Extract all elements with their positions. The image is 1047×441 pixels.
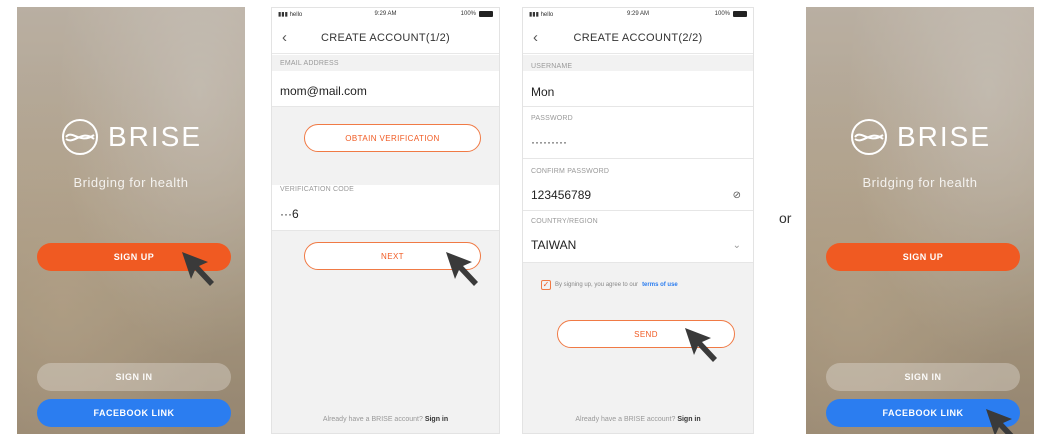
footer-text: Already have a BRISE account? (575, 416, 676, 423)
page-title: CREATE ACCOUNT(2/2) (573, 32, 703, 44)
password-label: PASSWORD (531, 115, 573, 122)
checkbox-icon[interactable]: ✓ (541, 280, 551, 290)
battery-indicator: 100% (715, 11, 747, 17)
verification-code-field[interactable]: ···6 (280, 207, 491, 221)
mouse-cursor-icon (182, 252, 214, 286)
eye-slash-icon[interactable]: ⊘ (733, 190, 741, 201)
confirm-password-field[interactable]: 123456789 (531, 188, 745, 202)
brise-logo-icon (61, 119, 98, 155)
splash-screen-2: BRISE Bridging for health SIGN UP SIGN I… (806, 7, 1034, 434)
mouse-cursor-icon (685, 328, 717, 362)
obtain-verification-button[interactable]: OBTAIN VERIFICATION (304, 124, 481, 152)
tagline: Bridging for health (73, 175, 189, 190)
divider (523, 106, 753, 107)
agree-text: By signing up, you agree to our (555, 282, 639, 288)
country-region-select[interactable]: TAIWAN (531, 238, 745, 252)
nav-bar: ‹ CREATE ACCOUNT(2/2) (523, 24, 753, 54)
divider (523, 210, 753, 211)
page-title: CREATE ACCOUNT(1/2) (321, 32, 450, 44)
mouse-cursor-icon (986, 409, 1014, 434)
battery-indicator: 100% (461, 11, 493, 17)
terms-agreement: ✓ By signing up, you agree to our terms … (541, 280, 678, 290)
mouse-cursor-icon (446, 252, 478, 286)
username-label: USERNAME (531, 63, 573, 70)
sign-up-button[interactable]: SIGN UP (826, 243, 1020, 271)
status-bar: ▮▮▮ hello 9:29 AM 100% (523, 8, 753, 22)
facebook-link-button[interactable]: FACEBOOK LINK (37, 399, 231, 427)
brise-logo-icon (850, 119, 887, 155)
email-label: EMAIL ADDRESS (280, 60, 339, 67)
battery-icon (479, 11, 493, 17)
email-field[interactable]: mom@mail.com (280, 84, 491, 98)
chevron-down-icon[interactable]: ⌄ (733, 240, 741, 251)
nav-bar: ‹ CREATE ACCOUNT(1/2) (272, 24, 499, 54)
brand-logo: BRISE (17, 117, 245, 157)
username-field[interactable]: Mon (531, 85, 745, 99)
password-field[interactable]: ········· (531, 135, 745, 149)
sign-in-link[interactable]: Sign in (677, 416, 700, 423)
sign-in-button[interactable]: SIGN IN (826, 363, 1020, 391)
sign-in-button[interactable]: SIGN IN (37, 363, 231, 391)
brand-name: BRISE (107, 121, 203, 152)
divider (523, 158, 753, 159)
or-separator: or (779, 210, 792, 226)
footer-signin-prompt: Already have a BRISE account? Sign in (523, 416, 753, 423)
splash-screen-1: BRISE Bridging for health SIGN UP SIGN I… (17, 7, 245, 434)
brand-name: BRISE (896, 121, 992, 152)
status-bar: ▮▮▮ hello 9:29 AM 100% (272, 8, 499, 22)
sign-in-link[interactable]: Sign in (425, 416, 448, 423)
verification-code-label: VERIFICATION CODE (280, 186, 355, 193)
brand-logo: BRISE (806, 117, 1034, 157)
create-account-step1-screen: ▮▮▮ hello 9:29 AM 100% ‹ CREATE ACCOUNT(… (271, 7, 500, 434)
battery-icon (733, 11, 747, 17)
country-region-label: COUNTRY/REGION (531, 218, 598, 225)
footer-signin-prompt: Already have a BRISE account? Sign in (272, 416, 499, 423)
create-account-step2-screen: ▮▮▮ hello 9:29 AM 100% ‹ CREATE ACCOUNT(… (522, 7, 754, 434)
terms-of-use-link[interactable]: terms of use (642, 282, 678, 288)
footer-text: Already have a BRISE account? (322, 416, 423, 423)
tagline: Bridging for health (862, 175, 978, 190)
confirm-password-label: CONFIRM PASSWORD (531, 168, 610, 175)
